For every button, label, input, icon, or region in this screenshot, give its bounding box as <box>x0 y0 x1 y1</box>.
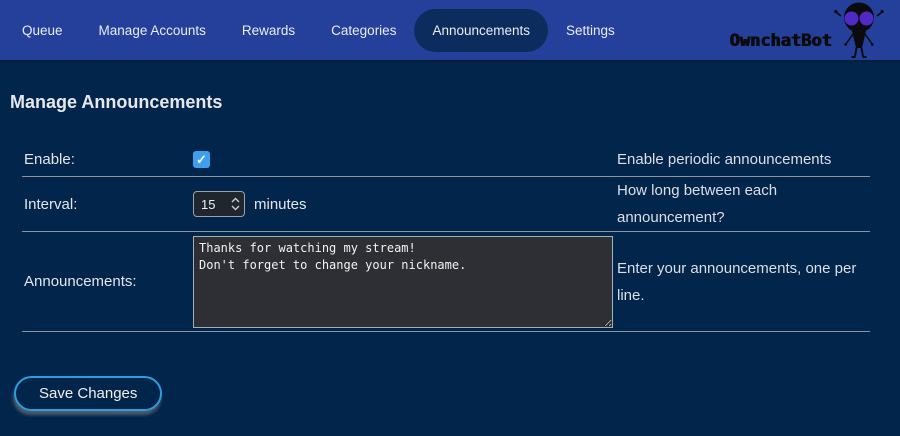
stepper-arrows-icon[interactable] <box>231 197 244 211</box>
announcements-textarea[interactable]: Thanks for watching my stream! Don't for… <box>193 236 613 328</box>
nav-item-categories[interactable]: Categories <box>313 9 414 52</box>
logo-text: OwnchatBot <box>730 31 832 51</box>
page-title: Manage Announcements <box>10 92 900 113</box>
interval-value[interactable]: 15 <box>194 197 231 212</box>
announcements-help-text: Enter your announcements, one per line. <box>617 255 870 309</box>
nav-item-settings[interactable]: Settings <box>548 9 633 52</box>
interval-control: 15 minutes <box>193 191 617 217</box>
robot-mascot-icon <box>834 1 884 59</box>
form-row-enable: Enable: ✓ Enable periodic announcements <box>22 143 870 177</box>
ownchatbot-logo: OwnchatBot <box>730 0 884 60</box>
nav-item-manage-accounts[interactable]: Manage Accounts <box>81 9 224 52</box>
announcements-form: Enable: ✓ Enable periodic announcements … <box>22 143 870 332</box>
interval-number-input[interactable]: 15 <box>193 191 245 217</box>
enable-label: Enable: <box>22 151 193 168</box>
checkmark-icon: ✓ <box>196 152 207 168</box>
form-row-interval: Interval: 15 minutes How long between ea… <box>22 177 870 232</box>
enable-checkbox[interactable]: ✓ <box>193 151 210 168</box>
announcements-control: Thanks for watching my stream! Don't for… <box>193 236 617 328</box>
nav-item-rewards[interactable]: Rewards <box>224 9 313 52</box>
announcements-label: Announcements: <box>22 273 193 290</box>
nav-item-queue[interactable]: Queue <box>4 9 81 52</box>
save-changes-button[interactable]: Save Changes <box>14 376 162 411</box>
enable-help-text: Enable periodic announcements <box>617 146 870 173</box>
nav-item-announcements[interactable]: Announcements <box>414 9 548 52</box>
interval-unit-label: minutes <box>254 196 307 213</box>
interval-label: Interval: <box>22 196 193 213</box>
enable-control: ✓ <box>193 151 617 168</box>
top-navbar: Queue Manage Accounts Rewards Categories… <box>0 0 900 62</box>
form-row-announcements: Announcements: Thanks for watching my st… <box>22 232 870 332</box>
interval-help-text: How long between each announcement? <box>617 177 870 231</box>
